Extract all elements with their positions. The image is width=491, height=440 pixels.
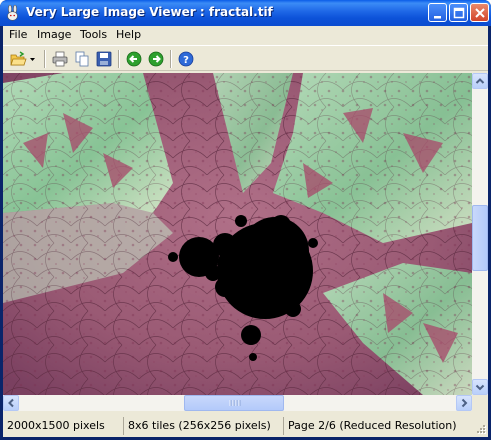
resize-grip-icon[interactable] xyxy=(475,424,487,436)
status-dimensions: 2000x1500 pixels xyxy=(7,419,105,432)
open-folder-icon xyxy=(10,51,27,66)
toolbar-separator xyxy=(170,50,172,68)
horizontal-scrollbar[interactable] xyxy=(3,395,472,411)
rabbit-icon[interactable] xyxy=(5,4,21,21)
scroll-up-button[interactable] xyxy=(472,73,488,89)
dropdown-arrow-icon xyxy=(30,58,35,61)
client-area: File Image Tools Help ? 2000x1500 pixels… xyxy=(3,26,488,437)
menu-bar: File Image Tools Help xyxy=(3,26,488,44)
horizontal-scroll-thumb[interactable] xyxy=(184,395,284,411)
title-bar[interactable]: Very Large Image Viewer : fractal.tif xyxy=(0,0,491,26)
vertical-scroll-thumb[interactable] xyxy=(472,205,488,271)
arrow-down-icon xyxy=(475,384,485,391)
image-viewport[interactable] xyxy=(3,73,472,395)
toolbar-separator xyxy=(118,50,120,68)
scroll-down-button[interactable] xyxy=(472,379,488,395)
copy-button[interactable] xyxy=(72,49,92,69)
scroll-corner xyxy=(472,395,488,411)
menu-image[interactable]: Image xyxy=(37,28,71,41)
fractal-image xyxy=(3,73,472,395)
close-icon xyxy=(475,8,485,18)
application-window: Very Large Image Viewer : fractal.tif Fi… xyxy=(0,0,491,440)
window-title: Very Large Image Viewer : fractal.tif xyxy=(26,5,273,19)
help-icon: ? xyxy=(178,51,194,67)
scroll-left-button[interactable] xyxy=(3,395,19,411)
minimize-button[interactable] xyxy=(428,3,447,22)
print-icon xyxy=(52,51,68,67)
maximize-button[interactable] xyxy=(449,3,468,22)
help-button[interactable]: ? xyxy=(176,49,196,69)
grip-lines-icon xyxy=(229,400,241,406)
menu-file[interactable]: File xyxy=(9,28,27,41)
save-icon xyxy=(96,51,112,67)
menu-help[interactable]: Help xyxy=(116,28,141,41)
status-bar: 2000x1500 pixels 8x6 tiles (256x256 pixe… xyxy=(3,414,488,437)
status-tiles: 8x6 tiles (256x256 pixels) xyxy=(123,417,283,435)
scroll-right-button[interactable] xyxy=(456,395,472,411)
toolbar: ? xyxy=(3,45,488,71)
minimize-icon xyxy=(434,16,441,19)
arrow-up-icon xyxy=(475,78,485,84)
save-button[interactable] xyxy=(94,49,114,69)
copy-icon xyxy=(75,51,89,67)
menu-tools[interactable]: Tools xyxy=(80,28,107,41)
back-icon xyxy=(126,51,142,67)
open-dropdown-button[interactable] xyxy=(28,49,38,69)
print-button[interactable] xyxy=(50,49,70,69)
vertical-scrollbar[interactable] xyxy=(472,73,488,395)
back-button[interactable] xyxy=(124,49,144,69)
status-page: Page 2/6 (Reduced Resolution) xyxy=(283,417,473,435)
svg-text:?: ? xyxy=(183,55,189,66)
forward-icon xyxy=(148,51,164,67)
toolbar-separator xyxy=(44,50,46,68)
arrow-right-icon xyxy=(461,398,468,408)
close-button[interactable] xyxy=(470,3,489,22)
open-button[interactable] xyxy=(8,49,28,69)
maximize-icon xyxy=(453,7,465,19)
arrow-left-icon xyxy=(8,398,14,408)
forward-button[interactable] xyxy=(146,49,166,69)
